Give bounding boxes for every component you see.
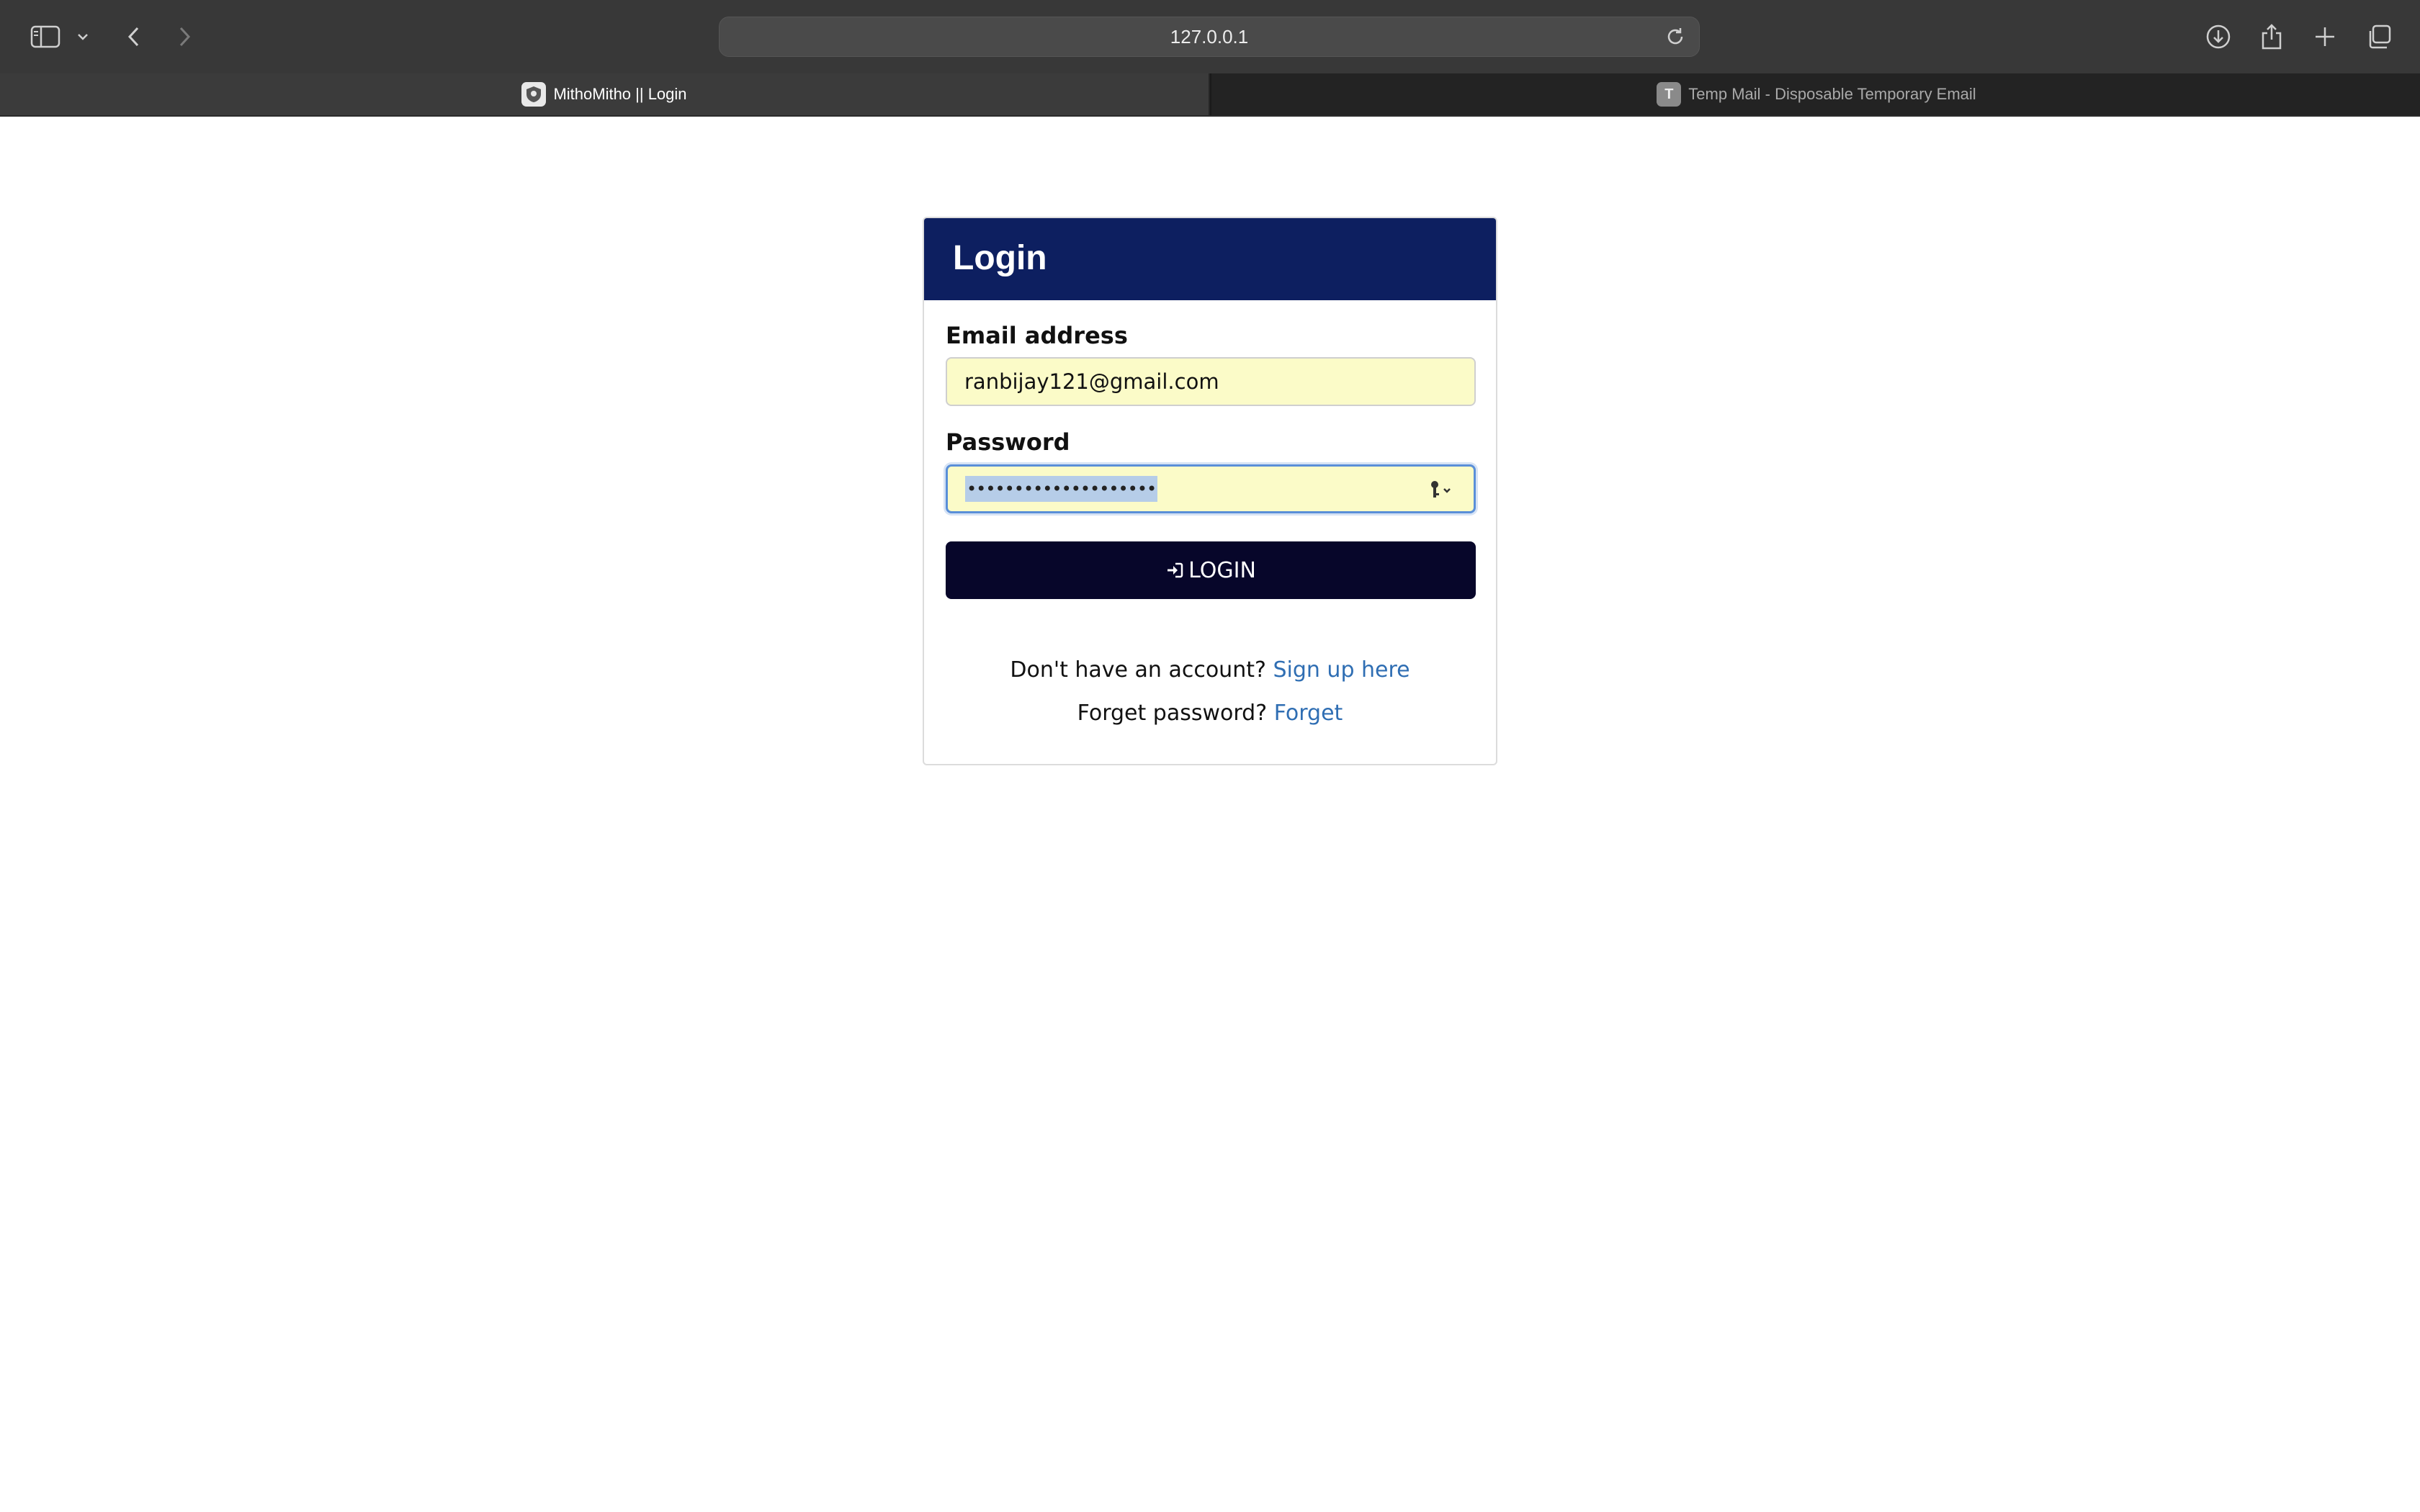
forget-link[interactable]: Forget: [1274, 701, 1343, 726]
url-text[interactable]: 127.0.0.1: [720, 17, 1699, 56]
downloads-icon[interactable]: [2201, 18, 2236, 55]
new-tab-icon[interactable]: [2308, 18, 2342, 55]
tab-overview-icon[interactable]: [2361, 18, 2397, 55]
tab-mithomitho-login[interactable]: MithoMitho || Login: [0, 73, 1209, 115]
signup-prompt: Don't have an account?: [1010, 657, 1266, 683]
login-card: Login Email address ranbijay121@gmail.co…: [923, 217, 1497, 765]
page-title: Login: [953, 239, 1047, 277]
reload-icon[interactable]: [1664, 26, 1686, 50]
login-card-header: Login: [924, 218, 1496, 300]
divider: [0, 115, 2420, 117]
forget-prompt: Forget password?: [1077, 701, 1268, 726]
tab-title: MithoMitho || Login: [553, 85, 687, 103]
signup-line: Don't have an account? Sign up here: [924, 657, 1496, 683]
signup-link[interactable]: Sign up here: [1273, 657, 1410, 683]
login-button-label: LOGIN: [1188, 557, 1256, 583]
password-key-icon[interactable]: [1426, 477, 1456, 503]
favicon-letter: T: [1657, 82, 1682, 107]
email-value: ranbijay121@gmail.com: [964, 369, 1219, 394]
email-field[interactable]: ranbijay121@gmail.com: [946, 357, 1476, 406]
forward-icon[interactable]: [170, 18, 199, 55]
share-icon[interactable]: [2254, 18, 2289, 55]
sign-in-icon: [1165, 561, 1184, 580]
tab-title: Temp Mail - Disposable Temporary Email: [1688, 85, 1976, 103]
shield-icon: [521, 82, 547, 107]
password-label: Password: [946, 428, 1070, 456]
sidebar-toggle-icon[interactable]: [27, 18, 63, 55]
back-icon[interactable]: [120, 18, 148, 55]
tab-bar: MithoMitho || Login T Temp Mail - Dispos…: [0, 73, 2420, 115]
tab-temp-mail[interactable]: T Temp Mail - Disposable Temporary Email: [1210, 73, 2420, 115]
password-field[interactable]: ••••••••••••••••••••: [946, 464, 1476, 513]
chevron-down-icon[interactable]: [72, 18, 94, 55]
login-button[interactable]: LOGIN: [946, 541, 1476, 599]
browser-toolbar: 127.0.0.1: [0, 0, 2420, 73]
address-bar[interactable]: 127.0.0.1: [719, 17, 1700, 57]
email-label: Email address: [946, 322, 1128, 349]
forget-line: Forget password? Forget: [924, 701, 1496, 726]
password-mask: ••••••••••••••••••••: [965, 476, 1158, 502]
